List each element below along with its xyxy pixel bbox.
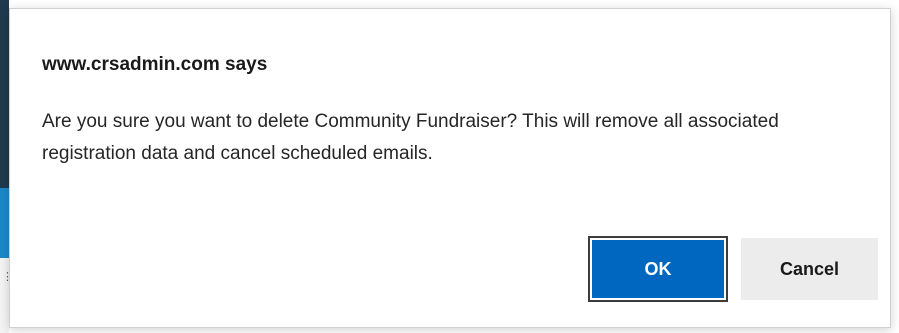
underlying-page-active-item <box>0 188 9 258</box>
underlying-page-content <box>0 258 9 333</box>
browser-viewport: ⋮ www.crsadmin.com says Are you sure you… <box>0 0 899 333</box>
ok-button[interactable]: OK <box>588 236 728 302</box>
underlying-page-menu-icon: ⋮ <box>2 271 13 283</box>
dialog-message: Are you sure you want to delete Communit… <box>42 111 779 164</box>
cancel-button[interactable]: Cancel <box>741 238 878 300</box>
underlying-page-sidebar <box>0 0 9 188</box>
dialog-title: www.crsadmin.com says <box>42 54 268 75</box>
confirm-dialog: www.crsadmin.com says Are you sure you w… <box>9 8 891 328</box>
